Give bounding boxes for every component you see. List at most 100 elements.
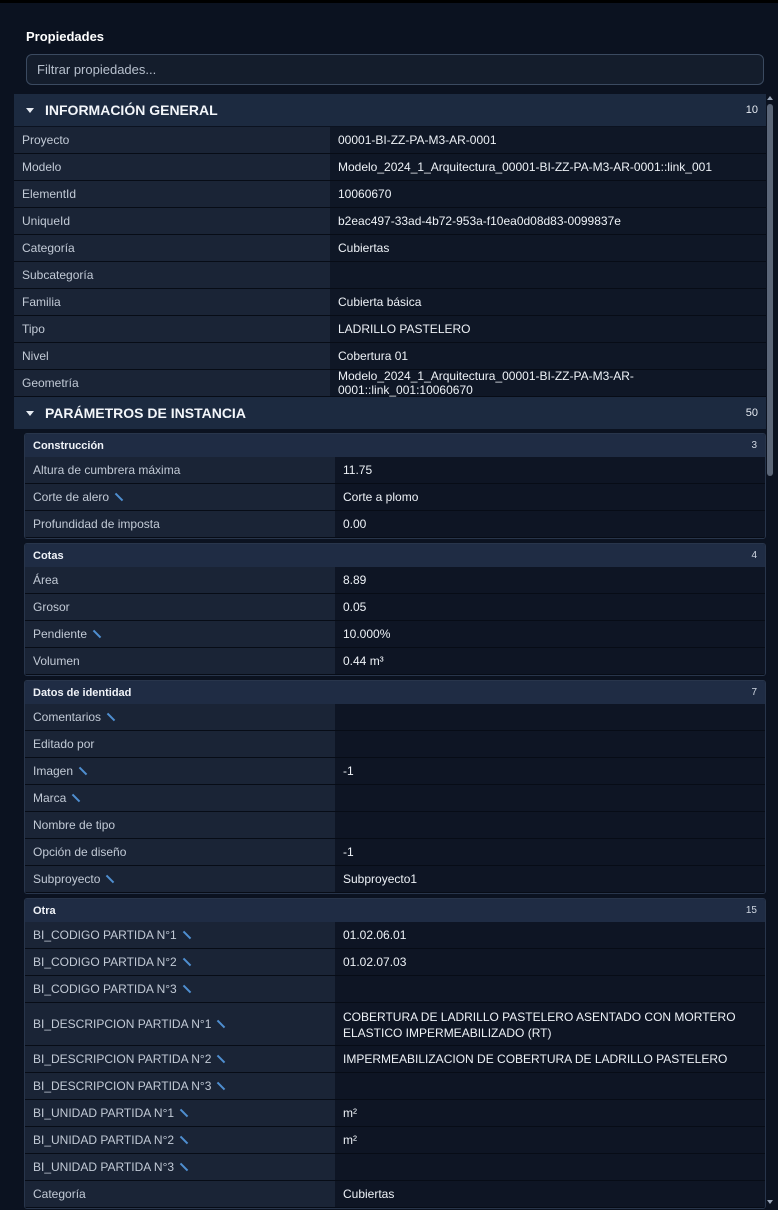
- scrollbar[interactable]: [766, 94, 774, 1210]
- property-value[interactable]: 00001-BI-ZZ-PA-M3-AR-0001: [330, 127, 766, 153]
- property-value[interactable]: -1: [335, 758, 765, 784]
- property-value[interactable]: Cubiertas: [330, 235, 766, 261]
- group-header[interactable]: Otra 15: [25, 899, 765, 922]
- scrollbar-thumb[interactable]: [767, 104, 773, 476]
- property-row[interactable]: Opción de diseño -1: [25, 839, 765, 866]
- scroll-down-icon[interactable]: [767, 1200, 773, 1204]
- property-value[interactable]: [335, 704, 765, 730]
- property-row[interactable]: Altura de cumbrera máxima 11.75: [25, 457, 765, 484]
- group-header[interactable]: Construcción 3: [25, 434, 765, 457]
- property-name: Opción de diseño: [25, 839, 335, 865]
- property-value[interactable]: [335, 731, 765, 757]
- filter-input[interactable]: [26, 54, 764, 85]
- property-value[interactable]: Subproyecto1: [335, 866, 765, 892]
- property-value[interactable]: COBERTURA DE LADRILLO PASTELERO ASENTADO…: [335, 1003, 765, 1045]
- pencil-icon[interactable]: [180, 1109, 188, 1117]
- property-value[interactable]: [335, 812, 765, 838]
- pencil-icon[interactable]: [180, 1163, 188, 1171]
- property-value[interactable]: b2eac497-33ad-4b72-953a-f10ea0d08d83-009…: [330, 208, 766, 234]
- scroll-up-icon[interactable]: [767, 96, 773, 100]
- property-row[interactable]: Profundidad de imposta 0.00: [25, 511, 765, 538]
- property-row[interactable]: Nombre de tipo: [25, 812, 765, 839]
- property-row[interactable]: Proyecto 00001-BI-ZZ-PA-M3-AR-0001: [14, 127, 766, 154]
- property-value[interactable]: Modelo_2024_1_Arquitectura_00001-BI-ZZ-P…: [330, 154, 766, 180]
- pencil-icon[interactable]: [217, 1020, 225, 1028]
- properties-list[interactable]: INFORMACIÓN GENERAL 10 Proyecto 00001-BI-…: [14, 94, 766, 1210]
- property-row[interactable]: Familia Cubierta básica: [14, 289, 766, 316]
- pencil-icon[interactable]: [93, 630, 101, 638]
- property-value[interactable]: 10060670: [330, 181, 766, 207]
- property-row[interactable]: BI_CODIGO PARTIDA N°2 01.02.07.03: [25, 949, 765, 976]
- property-value[interactable]: Cobertura 01: [330, 343, 766, 369]
- pencil-icon[interactable]: [106, 875, 114, 883]
- property-value[interactable]: [335, 785, 765, 811]
- property-value[interactable]: 01.02.06.01: [335, 922, 765, 948]
- property-value[interactable]: Cubierta básica: [330, 289, 766, 315]
- pencil-icon[interactable]: [217, 1055, 225, 1063]
- group-title: Datos de identidad: [33, 686, 132, 699]
- pencil-icon[interactable]: [180, 1136, 188, 1144]
- pencil-icon[interactable]: [183, 958, 191, 966]
- property-value[interactable]: 8.89: [335, 567, 765, 593]
- property-row[interactable]: Editado por: [25, 731, 765, 758]
- property-name-text: Marca: [33, 791, 67, 805]
- property-row[interactable]: BI_CODIGO PARTIDA N°3: [25, 976, 765, 1003]
- property-row[interactable]: Volumen 0.44 m³: [25, 648, 765, 675]
- group-header[interactable]: Cotas 4: [25, 544, 765, 567]
- property-row[interactable]: Modelo Modelo_2024_1_Arquitectura_00001-B…: [14, 154, 766, 181]
- property-value[interactable]: Cubiertas: [335, 1181, 765, 1207]
- property-value[interactable]: [335, 976, 765, 1002]
- property-row[interactable]: Imagen -1: [25, 758, 765, 785]
- pencil-icon[interactable]: [107, 713, 115, 721]
- property-value[interactable]: 10.000%: [335, 621, 765, 647]
- property-row[interactable]: ElementId 10060670: [14, 181, 766, 208]
- property-row[interactable]: BI_UNIDAD PARTIDA N°1 m²: [25, 1100, 765, 1127]
- property-value[interactable]: [335, 1154, 765, 1180]
- property-row[interactable]: BI_DESCRIPCION PARTIDA N°3: [25, 1073, 765, 1100]
- property-value[interactable]: IMPERMEABILIZACION DE COBERTURA DE LADRI…: [335, 1046, 765, 1072]
- property-row[interactable]: Geometría Modelo_2024_1_Arquitectura_0000…: [14, 369, 766, 397]
- property-row[interactable]: BI_DESCRIPCION PARTIDA N°1 COBERTURA DE L…: [25, 1003, 765, 1046]
- property-row[interactable]: UniqueId b2eac497-33ad-4b72-953a-f10ea0d0…: [14, 208, 766, 235]
- property-row[interactable]: Grosor 0.05: [25, 594, 765, 621]
- property-row[interactable]: Subproyecto Subproyecto1: [25, 866, 765, 893]
- property-row[interactable]: Subcategoría: [14, 262, 766, 289]
- property-row[interactable]: BI_CODIGO PARTIDA N°1 01.02.06.01: [25, 922, 765, 949]
- property-row[interactable]: Tipo LADRILLO PASTELERO: [14, 316, 766, 343]
- property-name-text: Modelo: [22, 160, 62, 174]
- property-row[interactable]: BI_UNIDAD PARTIDA N°3: [25, 1154, 765, 1181]
- property-value[interactable]: LADRILLO PASTELERO: [330, 316, 766, 342]
- property-name: Tipo: [14, 316, 330, 342]
- property-value[interactable]: [335, 1073, 765, 1099]
- section-general-header[interactable]: INFORMACIÓN GENERAL 10: [14, 94, 766, 126]
- property-value[interactable]: Modelo_2024_1_Arquitectura_00001-BI-ZZ-P…: [330, 369, 766, 397]
- property-value[interactable]: 0.05: [335, 594, 765, 620]
- pencil-icon[interactable]: [72, 794, 80, 802]
- pencil-icon[interactable]: [217, 1082, 225, 1090]
- section-instance-header[interactable]: PARÁMETROS DE INSTANCIA 50: [14, 397, 766, 429]
- property-value[interactable]: 0.44 m³: [335, 648, 765, 674]
- property-row[interactable]: Categoría Cubiertas: [25, 1181, 765, 1208]
- property-value[interactable]: m²: [335, 1127, 765, 1153]
- property-value[interactable]: m²: [335, 1100, 765, 1126]
- property-row[interactable]: BI_DESCRIPCION PARTIDA N°2 IMPERMEABILIZA…: [25, 1046, 765, 1073]
- property-row[interactable]: Nivel Cobertura 01: [14, 343, 766, 370]
- property-value[interactable]: 01.02.07.03: [335, 949, 765, 975]
- property-value[interactable]: 11.75: [335, 457, 765, 483]
- property-row[interactable]: Categoría Cubiertas: [14, 235, 766, 262]
- pencil-icon[interactable]: [115, 493, 123, 501]
- property-row[interactable]: Corte de alero Corte a plomo: [25, 484, 765, 511]
- pencil-icon[interactable]: [183, 931, 191, 939]
- property-row[interactable]: Área 8.89: [25, 567, 765, 594]
- pencil-icon[interactable]: [79, 767, 87, 775]
- property-row[interactable]: Marca: [25, 785, 765, 812]
- property-row[interactable]: Pendiente 10.000%: [25, 621, 765, 648]
- property-row[interactable]: Comentarios: [25, 704, 765, 731]
- property-value[interactable]: -1: [335, 839, 765, 865]
- pencil-icon[interactable]: [183, 985, 191, 993]
- property-row[interactable]: BI_UNIDAD PARTIDA N°2 m²: [25, 1127, 765, 1154]
- group-header[interactable]: Datos de identidad 7: [25, 681, 765, 704]
- property-value[interactable]: Corte a plomo: [335, 484, 765, 510]
- property-value[interactable]: [330, 262, 766, 288]
- property-value[interactable]: 0.00: [335, 511, 765, 537]
